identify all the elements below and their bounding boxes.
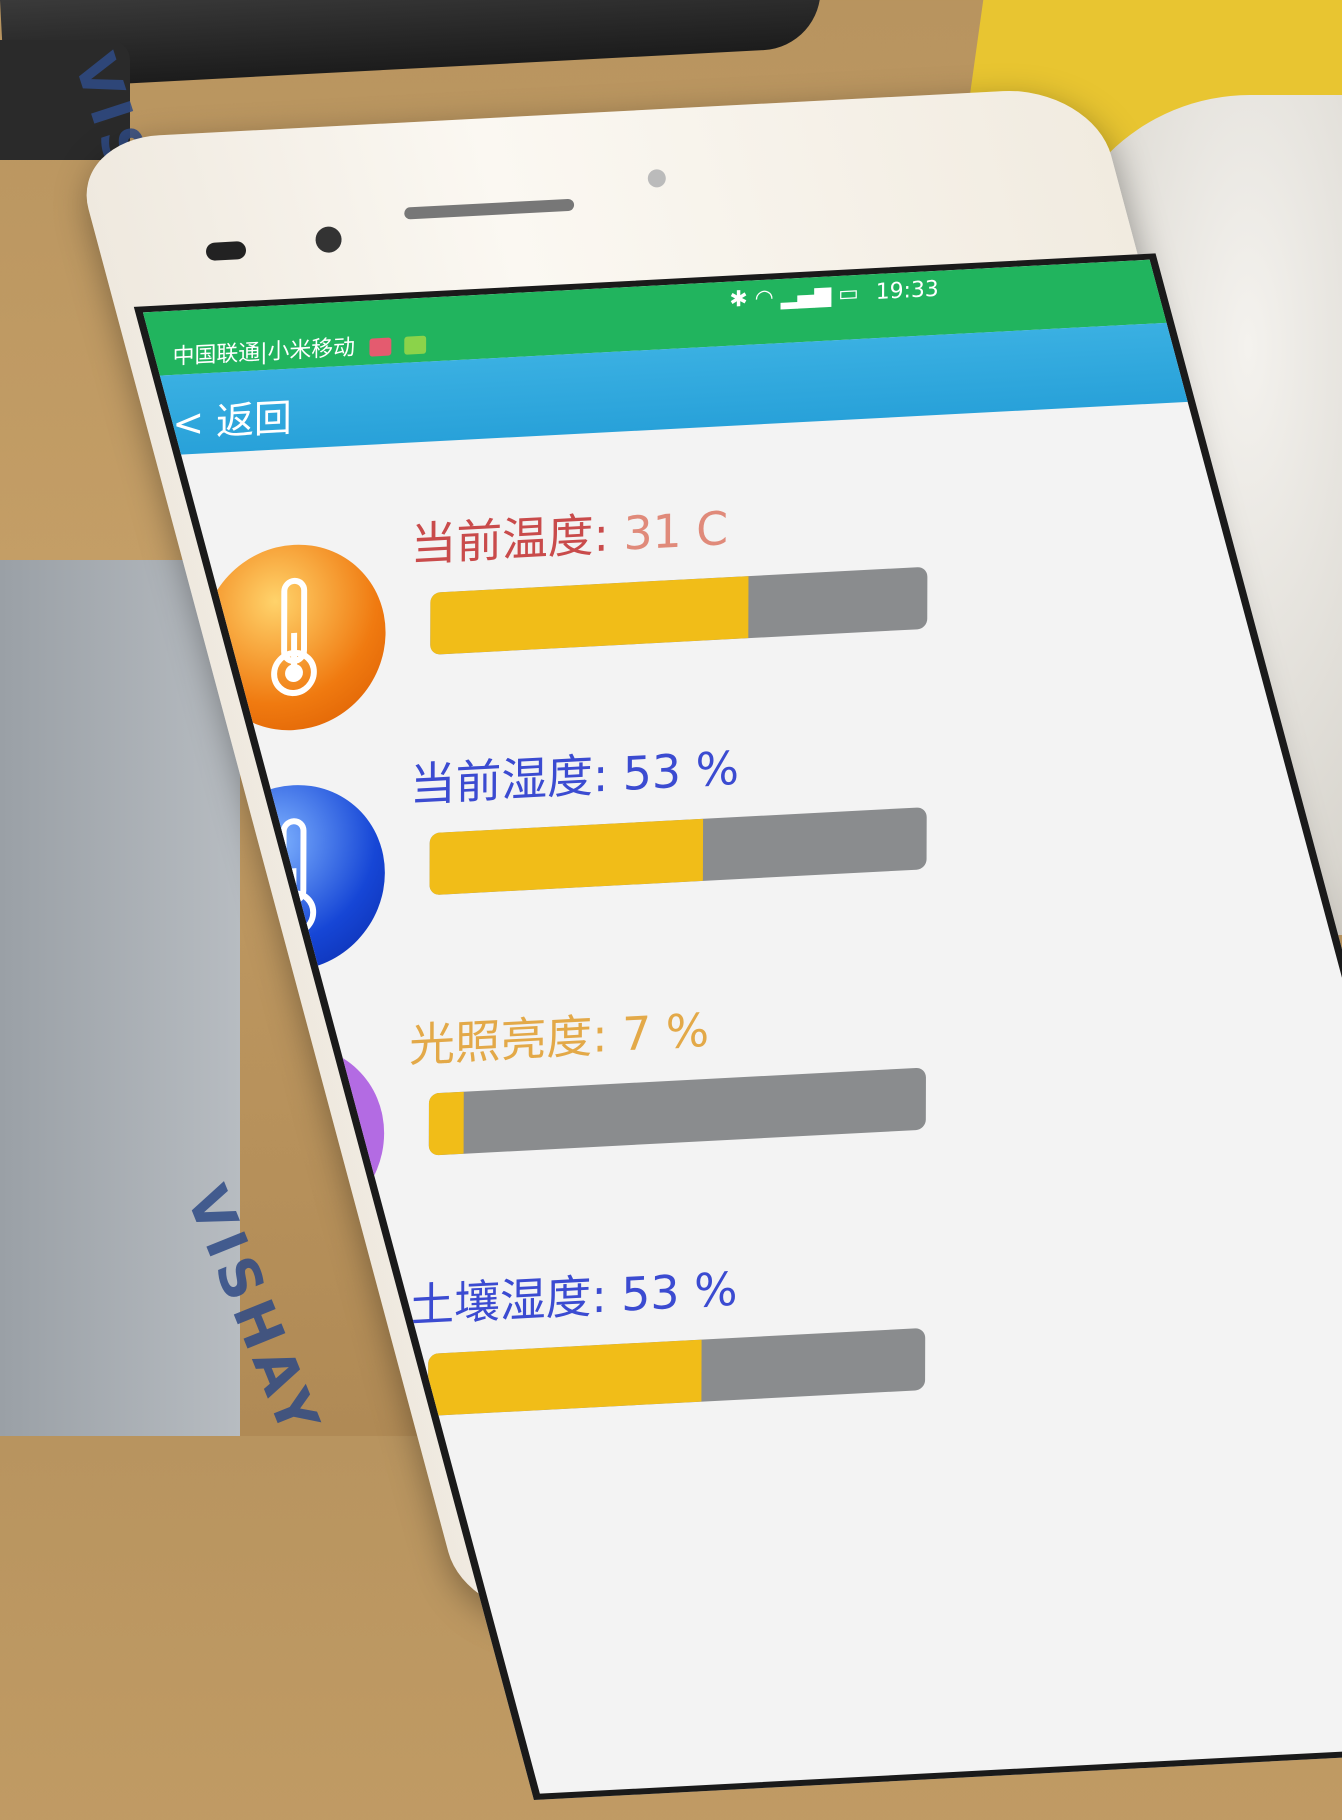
clock: 19:33 — [876, 277, 939, 305]
notification-icon — [370, 337, 392, 356]
humidity-progress-fill — [430, 819, 704, 895]
soil-value: 53 % — [621, 1262, 737, 1322]
sensor-row-soil: 土壤湿度: 53 % — [140, 1217, 1234, 1515]
light-progress-bar — [429, 1067, 926, 1155]
app-content: 中国联通|小米移动 ✱ ◠ ▂▄▆ ▭ 19:33 < 返回 — [139, 271, 939, 1800]
status-icons: ✱ ◠ ▂▄▆ ▭ 19:33 — [729, 277, 938, 313]
signal-icon: ▂▄▆ — [781, 282, 832, 310]
thermometer-outline-icon — [199, 1291, 383, 1486]
soil-label-text: 土壤湿度: — [408, 1268, 606, 1332]
phone: 中国联通|小米移动 ✱ ◠ ▂▄▆ ▭ 19:33 < 返回 — [70, 76, 1342, 1538]
carrier-text: 中国联通|小米移动 — [173, 335, 355, 370]
light-progress-fill — [429, 1092, 464, 1156]
wechat-icon — [405, 336, 427, 355]
battery-icon: ▭ — [838, 281, 859, 307]
back-button[interactable]: < 返回 — [172, 387, 291, 448]
temperature-label-text: 当前温度: — [411, 507, 609, 571]
soil-progress-fill — [428, 1340, 702, 1416]
bluetooth-icon: ✱ — [729, 287, 747, 313]
humidity-label-text: 当前湿度: — [410, 748, 608, 812]
temperature-label: 当前温度: 31 C — [411, 492, 729, 575]
light-label: 光照亮度: 7 % — [409, 994, 709, 1076]
humidity-progress-bar — [430, 807, 927, 895]
humidity-label: 当前湿度: 53 % — [410, 732, 739, 815]
soil-label: 土壤湿度: 53 % — [408, 1253, 737, 1336]
wifi-icon: ◠ — [755, 285, 774, 311]
humidity-value: 53 % — [623, 741, 739, 801]
soil-progress-bar — [428, 1328, 925, 1416]
temperature-value: 31 C — [623, 501, 728, 561]
light-value: 7 % — [622, 1003, 709, 1062]
temperature-progress-fill — [430, 576, 748, 655]
temperature-progress-bar — [430, 567, 927, 655]
proximity-sensor — [206, 241, 247, 261]
light-label-text: 光照亮度: — [409, 1008, 607, 1072]
